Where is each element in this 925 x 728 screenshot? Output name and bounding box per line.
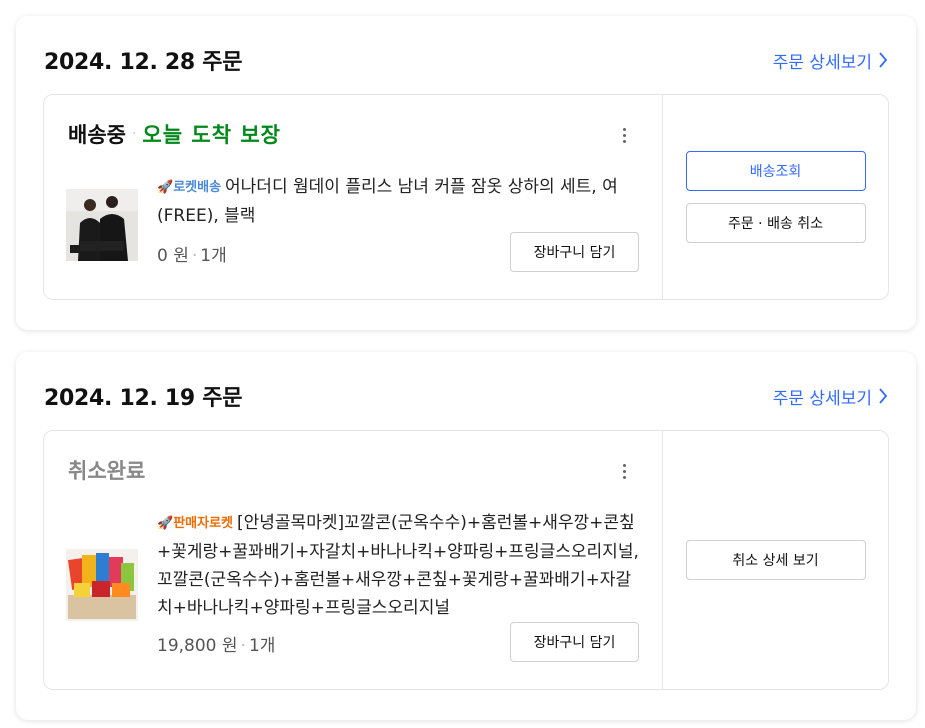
chevron-right-icon	[879, 388, 888, 404]
product-name: 어나더디 웜데이 플리스 남녀 커플 잠옷 상하의 세트, 여(FREE), 블…	[157, 177, 618, 226]
order-header: 2024. 12. 28 주문 주문 상세보기	[44, 44, 888, 76]
quantity: 1개	[248, 636, 276, 656]
product-thumbnail[interactable]	[66, 549, 138, 621]
delivery-status: 배송중 · 오늘 도착 보장	[68, 119, 281, 149]
track-delivery-button[interactable]: 배송조회	[685, 151, 866, 191]
order-date: 2024. 12. 19 주문	[44, 386, 243, 411]
rocket-delivery-badge: 🚀로켓배송	[157, 180, 222, 195]
order-date: 2024. 12. 28 주문	[44, 50, 243, 75]
chevron-right-icon	[879, 52, 888, 68]
order-actions: 배송조회 주문 · 배송 취소	[663, 95, 888, 299]
order-actions: 취소 상세 보기	[663, 431, 888, 689]
order-item-info: 취소완료 🚀판매자로켓 [안녕골목마켓]꼬깔콘(군옥수수)+홈런볼+새우깡+콘칲…	[44, 431, 663, 689]
order-header: 2024. 12. 19 주문 주문 상세보기	[44, 380, 888, 412]
price-separator: ·	[240, 636, 246, 656]
order-detail-label: 주문 상세보기	[772, 52, 872, 73]
order-detail-link[interactable]: 주문 상세보기	[773, 48, 888, 73]
quantity: 1개	[200, 246, 227, 266]
order-card: 2024. 12. 19 주문 주문 상세보기 취소완료 🚀판매자로켓 [안녕골…	[16, 352, 916, 720]
product-thumbnail[interactable]	[66, 189, 138, 261]
order-card: 2024. 12. 28 주문 주문 상세보기 배송중 · 오늘 도착 보장 🚀…	[16, 16, 916, 330]
price: 0 원	[157, 246, 189, 266]
product-title[interactable]: 🚀판매자로켓 [안녕골목마켓]꼬깔콘(군옥수수)+홈런볼+새우깡+콘칲+꽃게랑+꿀…	[157, 509, 640, 622]
rocket-icon: 🚀	[157, 516, 174, 531]
status-separator: ·	[131, 126, 137, 142]
order-detail-label: 주문 상세보기	[772, 388, 872, 409]
rocket-icon: 🚀	[157, 180, 174, 195]
kebab-menu-icon[interactable]	[614, 459, 634, 483]
kebab-menu-icon[interactable]	[614, 123, 634, 147]
price: 19,800 원	[157, 636, 238, 656]
order-detail-link[interactable]: 주문 상세보기	[773, 384, 888, 409]
cancel-detail-button[interactable]: 취소 상세 보기	[685, 540, 866, 580]
seller-rocket-badge: 🚀판매자로켓	[157, 516, 233, 531]
status-label: 배송중	[68, 123, 126, 147]
arrival-guarantee: 오늘 도착 보장	[142, 123, 281, 147]
order-item-info: 배송중 · 오늘 도착 보장 🚀로켓배송 어나더디 웜데이 플리스 남녀 커플 …	[44, 95, 663, 299]
order-item-box: 배송중 · 오늘 도착 보장 🚀로켓배송 어나더디 웜데이 플리스 남녀 커플 …	[43, 94, 889, 300]
add-to-cart-button[interactable]: 장바구니 담기	[510, 622, 639, 662]
order-item-box: 취소완료 🚀판매자로켓 [안녕골목마켓]꼬깔콘(군옥수수)+홈런볼+새우깡+콘칲…	[43, 430, 889, 690]
product-title[interactable]: 🚀로켓배송 어나더디 웜데이 플리스 남녀 커플 잠옷 상하의 세트, 여(FRE…	[157, 173, 640, 230]
price-quantity: 19,800 원 · 1개	[157, 631, 275, 656]
add-to-cart-button[interactable]: 장바구니 담기	[510, 232, 639, 272]
price-quantity: 0 원 · 1개	[157, 241, 227, 266]
status-label: 취소완료	[68, 459, 146, 483]
price-separator: ·	[191, 246, 198, 266]
delivery-status: 취소완료	[68, 455, 145, 485]
cancel-order-button[interactable]: 주문 · 배송 취소	[685, 203, 866, 243]
